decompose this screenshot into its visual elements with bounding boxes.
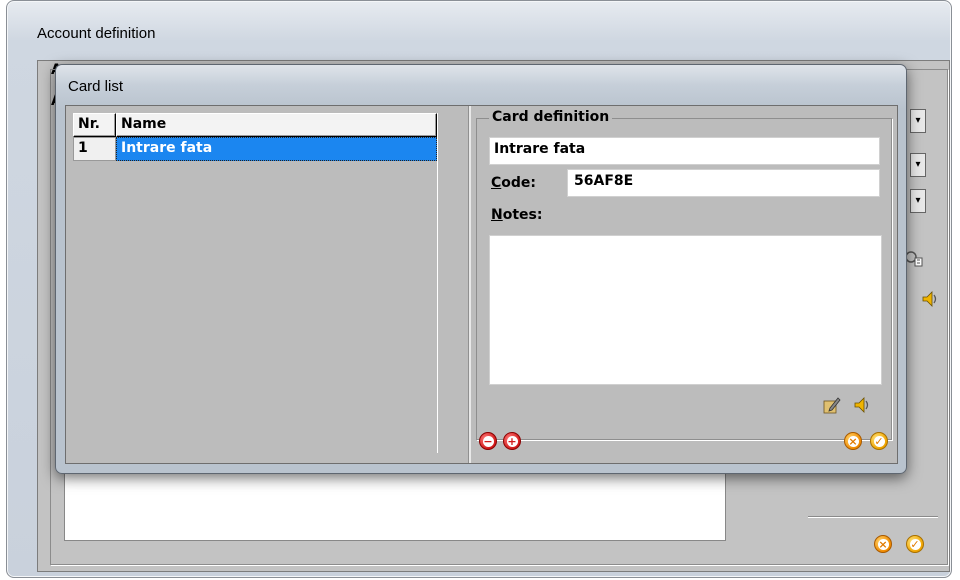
card-list-title: Card list [68, 78, 124, 95]
background-cancel-icon[interactable]: × [874, 535, 892, 553]
background-separator [808, 516, 938, 518]
background-dropdown-button-2[interactable]: ▾ [910, 153, 926, 177]
background-dropdown-button-3[interactable]: ▾ [910, 189, 926, 213]
notes-label-accelerator: N [491, 207, 503, 223]
code-label-text: ode: [501, 175, 537, 191]
background-speaker-icon[interactable] [920, 289, 940, 309]
background-dropdown-button-1[interactable]: ▾ [910, 109, 926, 133]
card-grid-header: Nr. Name [73, 113, 437, 137]
code-label: Code: [491, 175, 536, 191]
ok-button[interactable]: ✓ [870, 432, 888, 450]
add-card-button[interactable]: + [503, 432, 521, 450]
card-grid[interactable]: Nr. Name 1 Intrare fata [73, 113, 438, 453]
column-header-name[interactable]: Name [116, 113, 437, 137]
remove-card-button[interactable]: − [479, 432, 497, 450]
notes-label: Notes: [491, 207, 542, 223]
splitter[interactable] [468, 106, 471, 463]
card-definition-group-title: Card definition [489, 109, 613, 125]
code-field[interactable]: 56AF8E [567, 169, 880, 197]
notes-label-text: otes: [502, 207, 543, 223]
card-name-field[interactable]: Intrare fata [489, 137, 880, 165]
card-list-dialog: Card list Nr. Name 1 Intrare fata Card d… [55, 64, 907, 474]
row-nr-cell[interactable]: 1 [73, 137, 116, 161]
card-list-client-area: Nr. Name 1 Intrare fata Card definition … [65, 105, 898, 464]
column-header-nr[interactable]: Nr. [73, 113, 116, 137]
row-name-cell[interactable]: Intrare fata [116, 137, 437, 161]
table-row[interactable]: 1 Intrare fata [73, 137, 437, 161]
key-lamp-icon[interactable] [904, 249, 924, 269]
code-label-accelerator: C [491, 175, 502, 191]
card-definition-group: Card definition Intrare fata Code: 56AF8… [476, 109, 892, 440]
background-ok-icon[interactable]: ✓ [906, 535, 924, 553]
account-definition-title: Account definition [37, 25, 156, 42]
speaker-icon[interactable] [852, 395, 872, 415]
edit-note-icon[interactable] [822, 395, 842, 415]
cancel-button[interactable]: × [844, 432, 862, 450]
notes-textarea[interactable] [489, 235, 882, 385]
